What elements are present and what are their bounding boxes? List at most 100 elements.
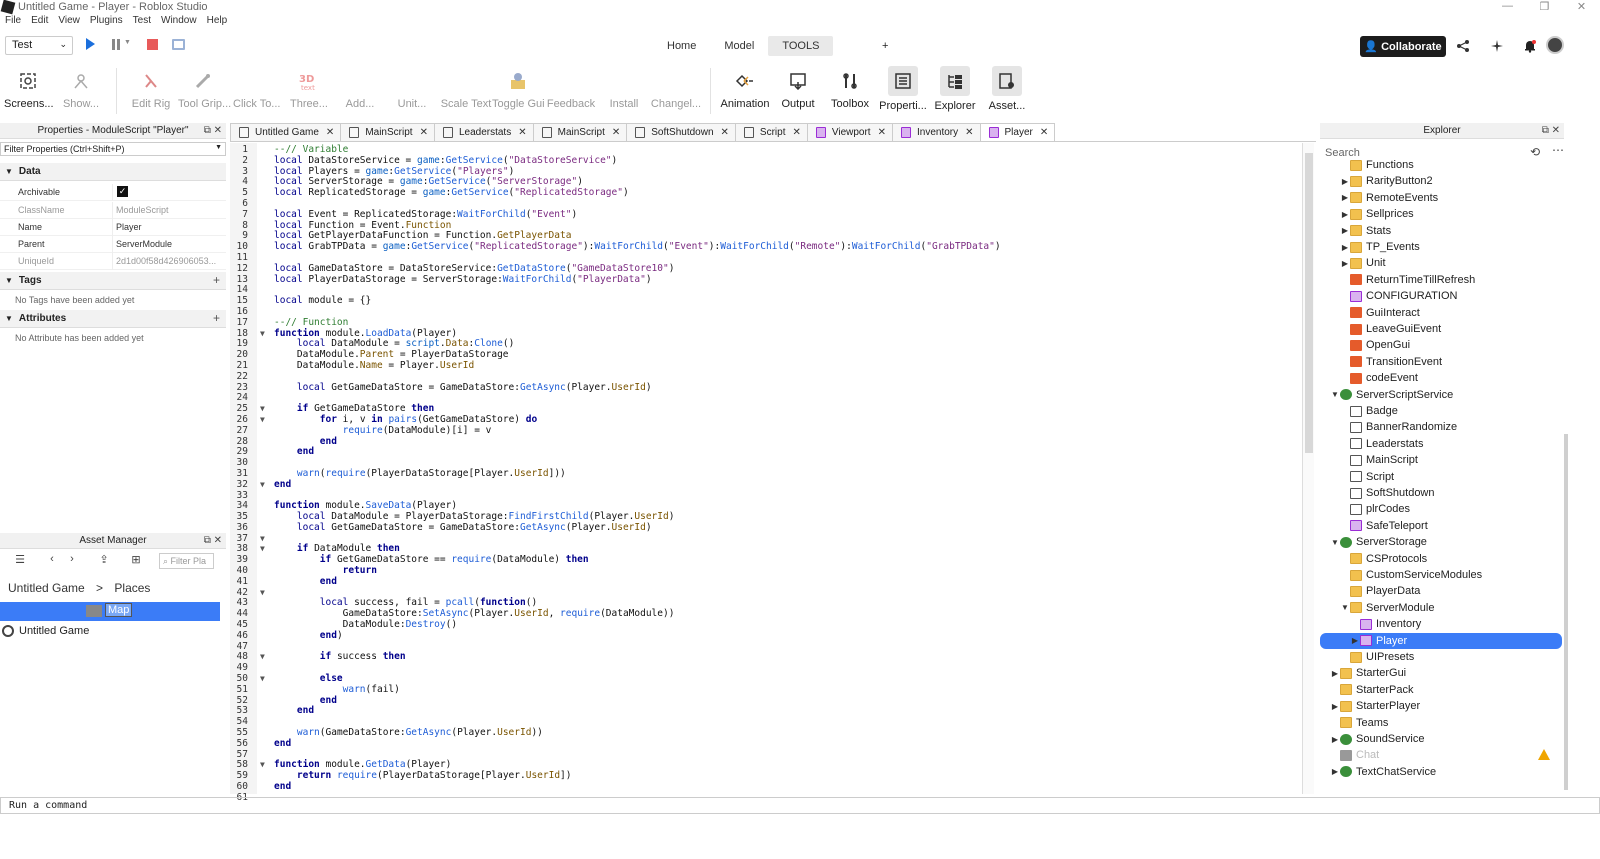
fold-markers[interactable]: ▼ ▼ ▼ ▼ ▼ ▼ ▼ ▼ ▼ ▼	[260, 145, 265, 771]
pause-icon[interactable]	[112, 39, 120, 50]
explorer-node[interactable]: ▼ ServerModule	[1340, 600, 1434, 616]
explorer-node[interactable]: TransitionEvent	[1340, 354, 1442, 370]
chevron-down-icon[interactable]: ▼	[1340, 603, 1350, 612]
explorer-node[interactable]: ▶ StarterGui	[1330, 665, 1406, 681]
close-icon[interactable]: ✕	[878, 127, 886, 138]
toggle-gui-button[interactable]: Toggle Gui	[492, 66, 545, 116]
add-tag-icon[interactable]: +	[213, 273, 220, 287]
close-window-button[interactable]: ✕	[1563, 0, 1600, 13]
chevron-right-icon[interactable]: ▶	[1340, 177, 1350, 186]
asset-item-game[interactable]: Untitled Game	[0, 625, 89, 638]
explorer-node[interactable]: ▶ Player	[1320, 632, 1562, 649]
more-icon[interactable]: ⋯	[1552, 143, 1564, 157]
close-icon[interactable]: ✕	[965, 127, 973, 138]
explorer-node[interactable]: CustomServiceModules	[1340, 567, 1482, 583]
menu-test[interactable]: Test	[128, 15, 156, 29]
share-icon[interactable]	[1456, 39, 1470, 53]
pane-close-icon[interactable]: ⧉ ✕	[1542, 125, 1560, 136]
close-icon[interactable]: ✕	[612, 127, 620, 138]
feedback-button[interactable]: Feedback	[546, 66, 596, 116]
stop-icon[interactable]	[147, 39, 158, 50]
chevron-right-icon[interactable]: ▶	[1350, 636, 1360, 645]
explorer-node[interactable]: ▶ Sellprices	[1340, 206, 1414, 222]
asset-item-label[interactable]: Map	[104, 603, 133, 617]
collapse-icon[interactable]: ▼	[5, 314, 13, 323]
history-icon[interactable]: ⟲	[1530, 145, 1540, 159]
chevron-right-icon[interactable]: ▶	[1340, 243, 1350, 252]
close-icon[interactable]: ✕	[518, 127, 526, 138]
tab-untitled-game[interactable]: Untitled Game ✕	[230, 123, 342, 141]
chevron-right-icon[interactable]: ▶	[1330, 735, 1340, 744]
upload-icon[interactable]: ⇪	[96, 553, 112, 569]
assistant-icon[interactable]	[1490, 39, 1504, 53]
play-icon[interactable]	[86, 38, 95, 50]
chevron-right-icon[interactable]: ▶	[1330, 702, 1340, 711]
chevron-down-icon[interactable]: ▼	[124, 39, 131, 46]
explorer-node[interactable]: ▶ RarityButton2	[1340, 173, 1433, 189]
tab-viewport[interactable]: Viewport ✕	[807, 123, 893, 141]
tab-softshutdown[interactable]: SoftShutdown ✕	[627, 123, 736, 141]
add-button[interactable]: Add...	[342, 66, 378, 116]
explorer-scrollbar[interactable]	[1564, 160, 1569, 792]
tab-leaderstats[interactable]: Leaderstats ✕	[434, 123, 534, 141]
chevron-right-icon[interactable]: ▶	[1340, 259, 1350, 268]
explorer-node[interactable]: SoftShutdown	[1340, 485, 1435, 501]
section-attributes[interactable]: ▼ Attributes +	[0, 310, 226, 328]
explorer-button[interactable]: Explorer	[932, 66, 978, 116]
command-bar-input[interactable]: Run a command	[0, 797, 1600, 814]
explorer-node[interactable]: ▼ ServerStorage	[1330, 534, 1427, 550]
animation-button[interactable]: Animation	[718, 66, 772, 116]
tab-inventory[interactable]: Inventory ✕	[892, 123, 981, 141]
back-icon[interactable]: ‹	[44, 553, 60, 569]
asset-manager-button[interactable]: Asset...	[984, 66, 1030, 116]
asset-item-map[interactable]: Map	[0, 602, 220, 621]
explorer-node[interactable]: ▶ TP_Events	[1340, 239, 1420, 255]
menu-edit[interactable]: Edit	[26, 15, 53, 29]
menu-plugins[interactable]: Plugins	[85, 15, 128, 29]
edit-rig-button[interactable]: Edit Rig	[130, 66, 172, 116]
close-icon[interactable]: ✕	[1040, 127, 1048, 138]
chevron-down-icon[interactable]: ▼	[1330, 538, 1340, 547]
pane-close-icon[interactable]: ⧉ ✕	[204, 125, 222, 136]
section-data[interactable]: ▼ Data	[0, 163, 226, 181]
prop-parent[interactable]: Parent ServerModule	[0, 236, 226, 253]
maximize-button[interactable]: ❐	[1526, 0, 1563, 13]
explorer-node[interactable]: plrCodes	[1340, 501, 1410, 517]
tab-model[interactable]: Model	[710, 36, 768, 56]
explorer-node[interactable]: OpenGui	[1340, 337, 1410, 353]
archivable-checkbox[interactable]: ✓	[117, 186, 128, 197]
explorer-node[interactable]: LeaveGuiEvent	[1340, 321, 1441, 337]
explorer-node[interactable]: ▶ Stats	[1340, 223, 1391, 239]
asset-search-input[interactable]: ⌕ Filter Pla	[159, 553, 214, 569]
explorer-node[interactable]: SafeTeleport	[1340, 518, 1428, 534]
collapse-icon[interactable]: ▼	[5, 167, 13, 176]
unit-button[interactable]: Unit...	[394, 66, 430, 116]
code-editor[interactable]: 1 2 3 4 5 6 7 8 9 10 11 12 13 14 15 16 1…	[230, 143, 1302, 803]
close-icon[interactable]: ✕	[326, 127, 334, 138]
three-d-text-button[interactable]: 3D text Three...	[289, 66, 329, 116]
explorer-node[interactable]: CONFIGURATION	[1340, 288, 1457, 304]
warning-icon[interactable]	[1538, 749, 1550, 760]
explorer-node[interactable]: ▶ StarterPlayer	[1330, 698, 1420, 714]
close-icon[interactable]: ✕	[420, 127, 428, 138]
minimize-button[interactable]: —	[1489, 0, 1526, 13]
explorer-node[interactable]: ▼ ServerScriptService	[1330, 387, 1453, 403]
explorer-node[interactable]: ▶ TextChatService	[1330, 764, 1436, 780]
chevron-right-icon[interactable]: ▶	[1340, 193, 1350, 202]
tab-mainscript[interactable]: MainScript ✕	[341, 123, 435, 141]
explorer-node[interactable]: codeEvent	[1340, 370, 1418, 386]
toolbox-button[interactable]: Toolbox	[828, 66, 872, 116]
explorer-node[interactable]: ▶ Unit	[1340, 255, 1386, 271]
section-tags[interactable]: ▼ Tags +	[0, 272, 226, 290]
chevron-right-icon[interactable]: ▶	[1340, 210, 1350, 219]
collaborate-button[interactable]: 👤 Collaborate	[1360, 36, 1446, 57]
menu-window[interactable]: Window	[156, 15, 202, 29]
chevron-down-icon[interactable]: ▼	[1330, 390, 1340, 399]
avatar[interactable]	[1546, 36, 1564, 54]
mode-dropdown[interactable]: Test ⌄	[5, 36, 73, 55]
add-tab-button[interactable]: +	[882, 40, 888, 52]
explorer-node[interactable]: Functions	[1340, 160, 1414, 173]
tool-grip-button[interactable]: Tool Grip...	[178, 66, 231, 116]
prop-archivable[interactable]: Archivable ✓	[0, 184, 226, 201]
explorer-node[interactable]: PlayerData	[1340, 583, 1420, 599]
